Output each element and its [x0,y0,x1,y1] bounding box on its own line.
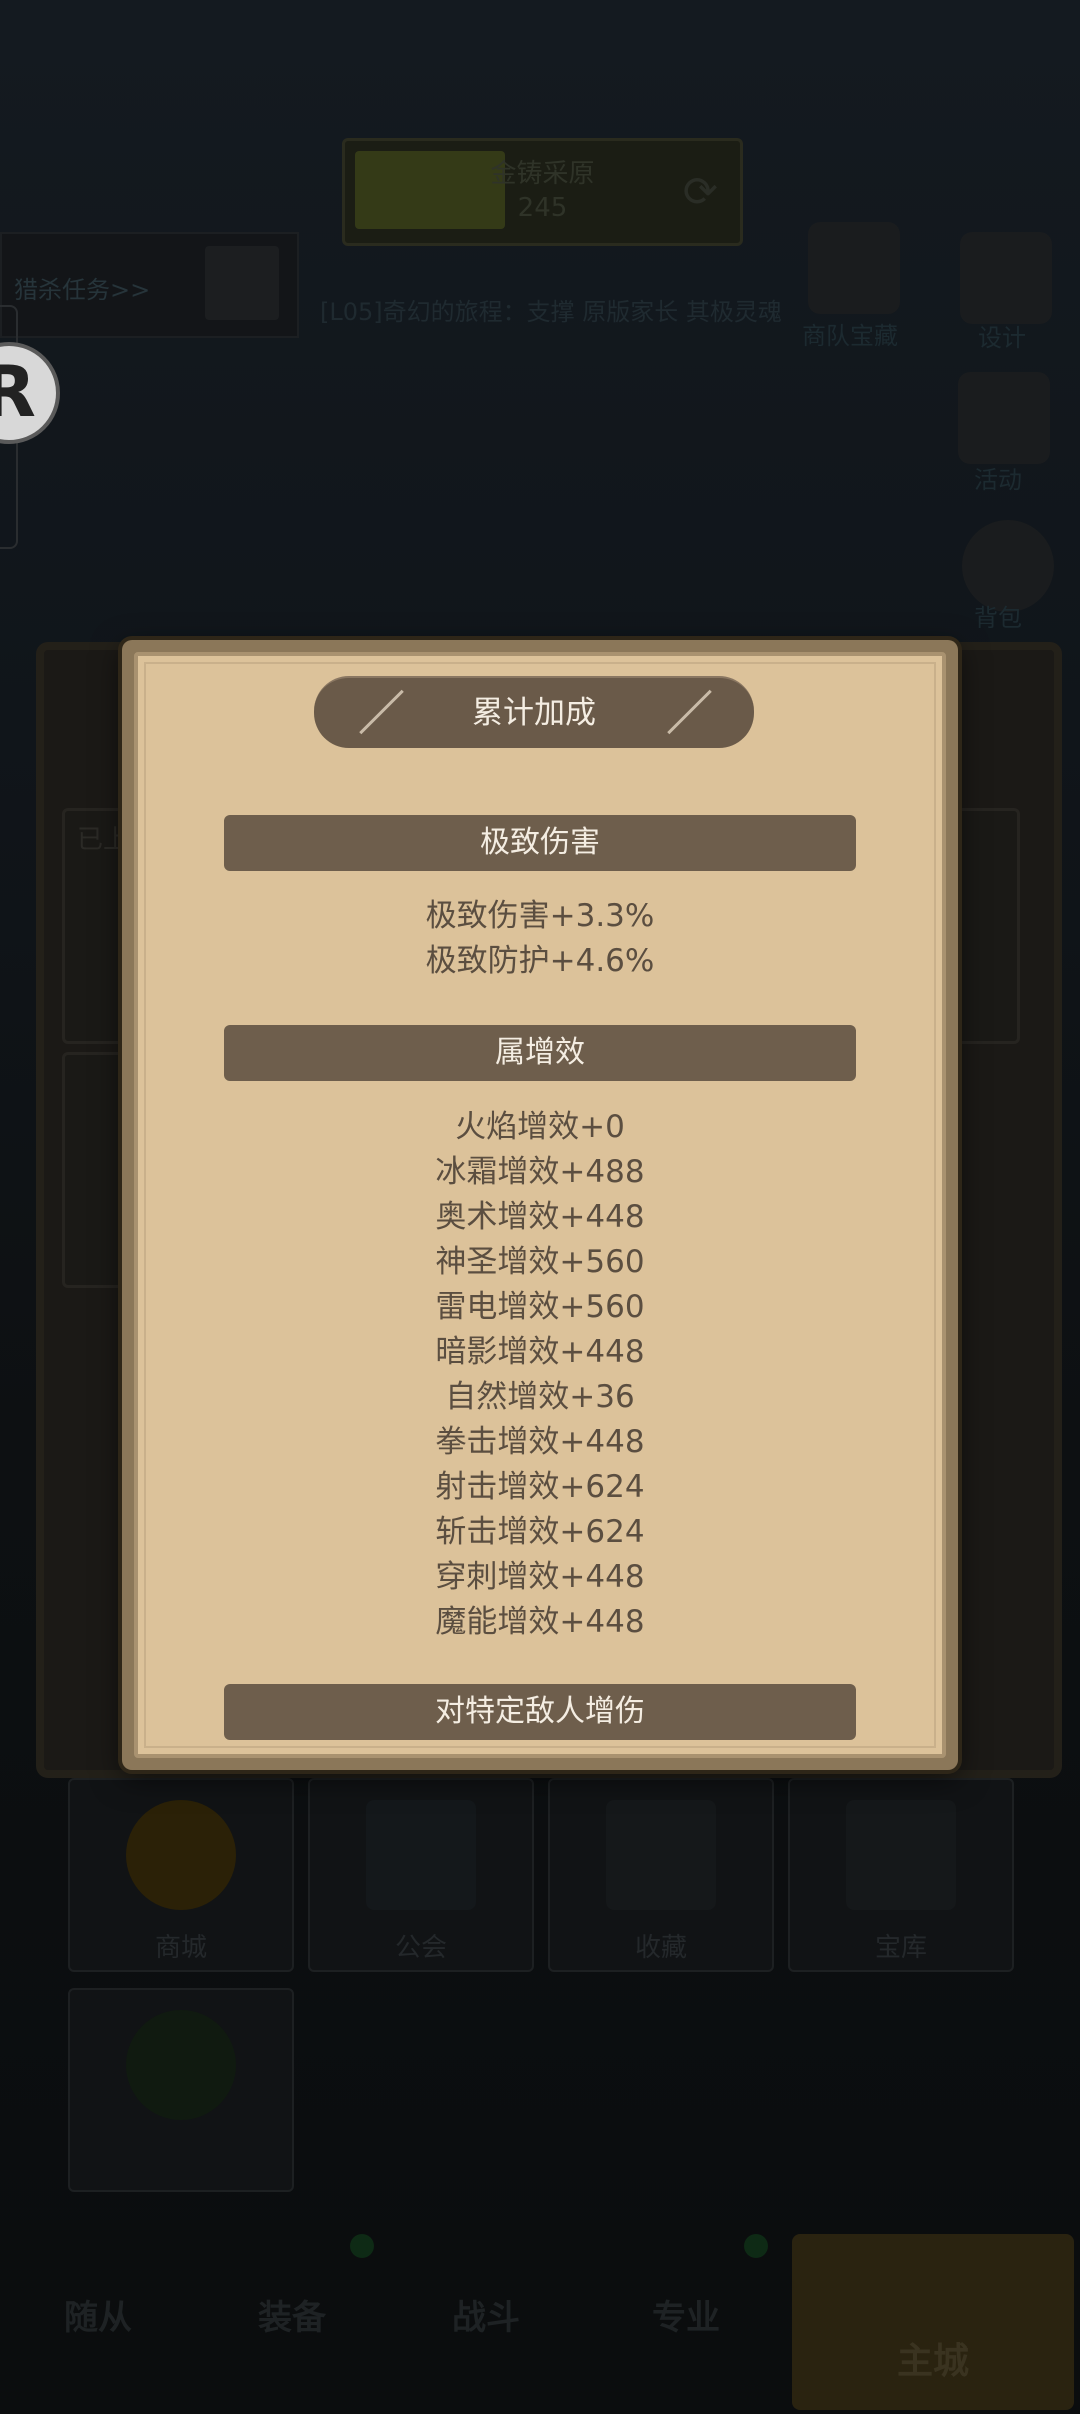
book-icon [606,1800,716,1910]
coin-icon [126,1800,236,1910]
section-header-label: 属增效 [495,1035,585,1070]
dragon-icon [126,2010,236,2120]
section-header-element-boost: 属增效 [224,1025,856,1081]
section-header-enemy-damage: 对特定敌人增伤 [224,1684,856,1740]
stat-line: 冰霜增效+488 [435,1154,645,1190]
grid-item-dragon[interactable] [68,1988,294,2192]
vault-icon [846,1800,956,1910]
stat-line: 暗影增效+448 [435,1334,645,1370]
stat-line: 斩击增效+624 [435,1514,645,1550]
dialog-title-banner: 累计加成 [314,676,754,748]
stat-line: 奥术增效+448 [435,1199,645,1235]
resource-count: 245 [517,193,568,223]
grid-item-vault[interactable]: 宝库 [788,1778,1014,1972]
stat-line: 自然增效+36 [445,1379,635,1415]
side-label-event: 活动 [974,466,1022,494]
notification-dot [350,2234,374,2258]
task-button[interactable] [205,246,279,320]
side-label-settings: 设计 [978,324,1026,352]
event-icon[interactable] [958,372,1050,464]
side-label-caravan: 商队宝藏 [802,322,898,350]
stat-line: 穿刺增效+448 [435,1559,645,1595]
section-header-label: 对特定敌人增伤 [435,1694,645,1729]
stat-line: 神圣增效+560 [435,1244,645,1280]
settings-icon[interactable] [960,232,1052,324]
task-label: 猎杀任务>> [14,276,151,304]
grid-item-shop[interactable]: 商城 [68,1778,294,1972]
nav-battle[interactable]: 战斗 [452,2290,520,2339]
nav-home-label: 主城 [896,2341,969,2382]
resource-bar[interactable]: 金铸采原 245 ⟳ [342,138,743,246]
stat-line: 魔能增效+448 [435,1604,645,1640]
nav-followers[interactable]: 随从 [64,2290,132,2339]
scrolling-announcement: [L05]奇幻的旅程：支撑 原版家长 其极灵魂 [320,298,782,326]
section-header-label: 极致伤害 [480,825,600,860]
nav-home[interactable]: 主城 [792,2234,1074,2410]
stat-line: 拳击增效+448 [435,1424,645,1460]
stat-line: 极致防护+4.6% [425,943,655,979]
stat-line: 雷电增效+560 [435,1289,645,1325]
dialog-title: 累计加成 [472,695,596,731]
resource-title: 金铸采原 [490,159,595,189]
grid-label: 公会 [394,1933,447,1963]
stat-line: 射击增效+624 [435,1469,645,1505]
nav-equipment[interactable]: 装备 [258,2290,326,2339]
grid-label: 商城 [154,1933,207,1963]
side-label-backpack: 背包 [974,604,1022,632]
task-panel[interactable]: 猎杀任务>> [0,232,299,338]
grid-item-collection[interactable]: 收藏 [548,1778,774,1972]
stat-line: 火焰增效+0 [455,1109,625,1145]
grid-label: 收藏 [634,1933,687,1963]
section-header-extreme-damage: 极致伤害 [224,815,856,871]
guild-icon [366,1800,476,1910]
refresh-icon[interactable]: ⟳ [683,167,718,216]
stat-line: 极致伤害+3.3% [425,898,655,934]
grid-item-guild[interactable]: 公会 [308,1778,534,1972]
nav-profession[interactable]: 专业 [652,2290,720,2339]
grid-label: 宝库 [874,1933,927,1963]
caravan-icon[interactable] [808,222,900,314]
notification-dot [744,2234,768,2258]
